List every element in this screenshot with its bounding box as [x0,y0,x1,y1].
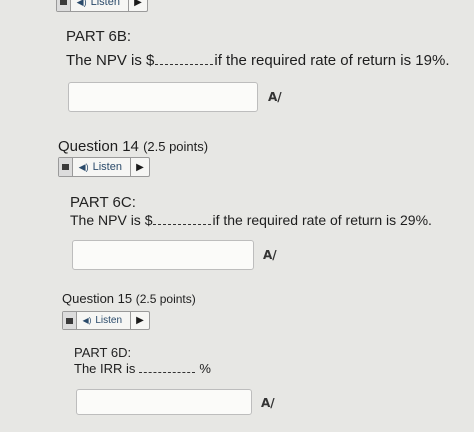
text-after: if the required rate of return is 19%. [214,52,450,69]
blank [155,64,214,65]
listen-label: Listen [90,0,120,8]
blank [139,372,196,373]
answer-input-6d[interactable] [76,389,252,415]
text-before: The IRR is [74,361,136,376]
play-icon[interactable]: ▶ [131,312,149,329]
listen-button-15[interactable]: ◀) Listen ▶ [62,311,150,330]
listen-label: Listen [95,315,123,326]
listen-label: Listen [92,161,122,173]
question-points: (2.5 points) [135,292,196,306]
text-before: The NPV is $ [70,212,153,228]
play-icon[interactable]: ▶ [131,158,149,176]
question-number: Question 14 [58,138,139,155]
listen-button-14[interactable]: ◀) Listen ▶ [58,157,150,177]
question-heading-14: Question 14 (2.5 points) [58,138,208,155]
text-before: The NPV is $ [66,52,155,69]
spellcheck-icon[interactable]: A/ [268,90,282,104]
question-points: (2.5 points) [143,139,209,154]
answer-input-6b[interactable] [68,82,258,112]
listen-button-top[interactable]: ◀) Listen ▶ [56,0,148,12]
part-title-6b: PART 6B: [66,28,132,45]
question-text-6b: The NPV is $ if the required rate of retu… [66,52,450,69]
spellcheck-icon[interactable]: A/ [263,248,277,262]
question-heading-15: Question 15 (2.5 points) [62,291,196,306]
text-after: % [199,361,211,376]
blank [153,224,212,225]
speaker-icon: ◀) [78,161,89,172]
play-icon[interactable]: ▶ [129,0,147,11]
spellcheck-icon[interactable]: A/ [261,396,275,410]
question-text-6d: The IRR is% [74,361,211,376]
speaker-icon: ◀) [82,316,92,325]
answer-input-6c[interactable] [72,240,254,270]
part-title-6d: PART 6D: [74,345,132,360]
listen-menu-icon [57,0,71,11]
question-text-6c: The NPV is $ if the required rate of retu… [70,212,432,228]
listen-menu-icon [63,312,77,329]
speaker-icon: ◀) [76,0,87,7]
listen-menu-icon [59,158,73,176]
text-after: if the required rate of return is 29%. [212,212,432,228]
part-title-6c: PART 6C: [70,194,136,211]
question-number: Question 15 [62,291,133,306]
